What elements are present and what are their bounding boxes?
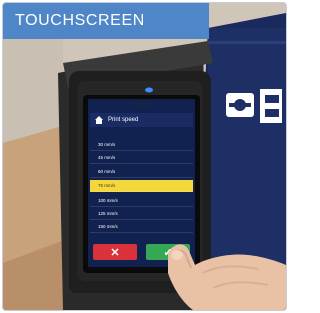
touchscreen-badge: TOUCHSCREEN [3,3,209,39]
touchscreen-panel: Printing Print speed 30 mm/s 45 mm/s 60 … [88,99,195,267]
speed-option-selected[interactable]: 75 mm/s [90,180,193,192]
speed-option[interactable]: 125 mm/s [90,208,193,220]
home-icon[interactable] [94,115,104,125]
badge-label: TOUCHSCREEN [15,12,145,29]
confirm-button[interactable]: ✓ [146,244,190,260]
setting-header: Print speed [90,113,193,127]
speed-option[interactable]: 60 mm/s [90,166,193,178]
cancel-button[interactable]: ✕ [93,244,137,260]
speed-option[interactable]: 30 mm/s [90,139,193,151]
speed-option[interactable]: 100 mm/s [90,195,193,207]
photo-frame: Printing Print speed 30 mm/s 45 mm/s 60 … [2,2,287,311]
setting-header-label: Print speed [108,117,139,123]
speed-option[interactable]: 150 mm/s [90,221,193,233]
led-indicator [145,87,153,93]
close-icon: ✕ [110,246,120,259]
speed-option[interactable]: 45 mm/s [90,152,193,164]
check-icon: ✓ [163,246,173,259]
screen-title: Printing [133,102,150,108]
